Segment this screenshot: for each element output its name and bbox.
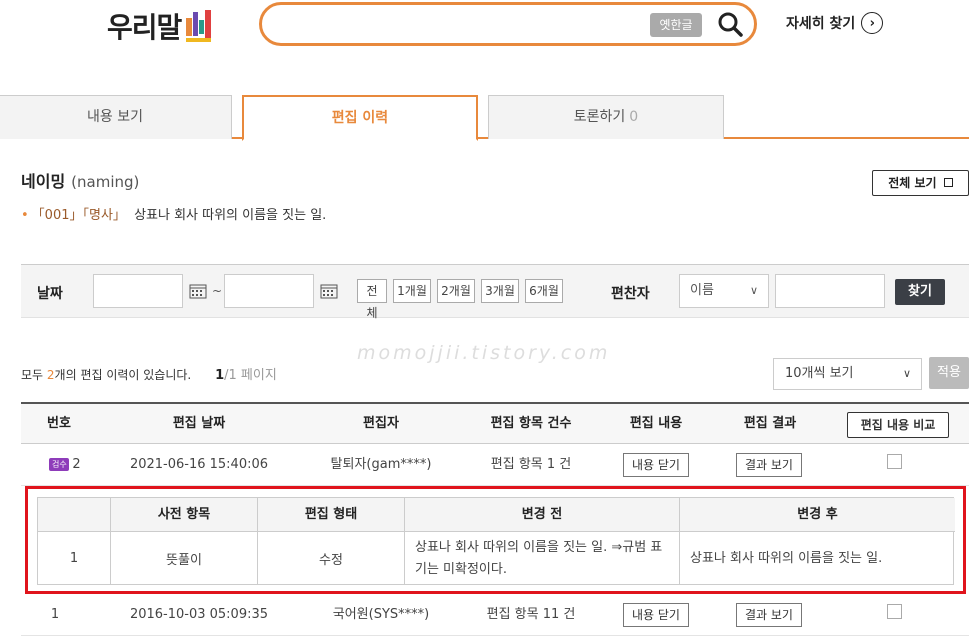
detail-number: 1 bbox=[38, 532, 111, 585]
tab-label: 편집 이력 bbox=[331, 110, 389, 126]
chevron-right-icon: › bbox=[861, 12, 884, 34]
period-all-button[interactable]: 전체 bbox=[357, 279, 387, 320]
row-item-count: 편집 항목 11 건 bbox=[486, 607, 576, 622]
calendar-icon[interactable] bbox=[189, 283, 207, 299]
chevron-down-icon: ∨ bbox=[749, 284, 758, 297]
edit-detail-highlight: 사전 항목 편집 형태 변경 전 변경 후 1 뜻풀이 수정 상표나 회사 따위… bbox=[25, 486, 966, 594]
bullet-icon: • bbox=[21, 208, 29, 223]
calendar-icon[interactable] bbox=[320, 283, 338, 299]
row-editor: 탈퇴자(gam****) bbox=[330, 457, 432, 472]
page-total: /1 페이지 bbox=[224, 368, 277, 383]
tab-count: 0 bbox=[629, 109, 639, 125]
per-page-select[interactable]: 10개씩 보기 ∨ bbox=[773, 358, 922, 390]
view-result-button[interactable]: 결과 보기 bbox=[736, 603, 802, 627]
watermark: momojjii.tistory.com bbox=[357, 342, 611, 364]
definition-text: 상표나 회사 따위의 이름을 짓는 일. bbox=[134, 208, 327, 223]
detail-col-before: 변경 전 bbox=[405, 498, 680, 532]
tab-bar: 내용 보기 편집 이력 토론하기 0 bbox=[0, 95, 969, 141]
sense-number: 「001」 bbox=[31, 208, 83, 223]
summary-suffix: 개의 편집 이력이 있습니다. bbox=[54, 368, 192, 382]
period-2m-button[interactable]: 2개월 bbox=[437, 279, 475, 303]
page-title: 네이밍 (naming) bbox=[21, 168, 139, 192]
detail-field: 뜻풀이 bbox=[111, 532, 258, 585]
col-date: 편집 날짜 bbox=[172, 416, 226, 431]
view-result-button[interactable]: 결과 보기 bbox=[736, 453, 802, 477]
detail-col-number bbox=[38, 498, 111, 532]
row-number: 2 bbox=[72, 457, 81, 472]
word: 네이밍 bbox=[21, 172, 66, 191]
chevron-down-icon: ∨ bbox=[902, 367, 911, 380]
col-result: 편집 결과 bbox=[743, 416, 797, 431]
detail-type: 수정 bbox=[258, 532, 405, 585]
filter-bar: 날짜 ~ 전체 1개월 2개월 3개월 6개월 편찬자 이름 ∨ 찾기 bbox=[21, 264, 969, 320]
part-of-speech: 「명사」 bbox=[82, 208, 126, 223]
word-romaji: (naming) bbox=[71, 173, 140, 191]
review-badge: 검수 bbox=[49, 458, 70, 471]
view-all-button[interactable]: 전체 보기 bbox=[872, 170, 969, 196]
apply-button[interactable]: 적용 bbox=[929, 357, 969, 389]
detail-col-field: 사전 항목 bbox=[111, 498, 258, 532]
row-number-cell: 검수 2 bbox=[35, 444, 95, 486]
period-6m-button[interactable]: 6개월 bbox=[525, 279, 563, 303]
result-summary: 모두 2개의 편집 이력이 있습니다. 1/1 페이지 bbox=[21, 364, 277, 383]
tab-label: 내용 보기 bbox=[87, 109, 143, 125]
col-number: 번호 bbox=[47, 416, 71, 431]
page-indicator: 1/1 페이지 bbox=[215, 368, 277, 383]
editor-label: 편찬자 bbox=[611, 286, 650, 302]
summary-count: 2 bbox=[46, 368, 55, 382]
row-date: 2016-10-03 05:09:35 bbox=[129, 607, 269, 622]
summary-prefix: 모두 bbox=[21, 368, 47, 382]
editor-type-value: 이름 bbox=[690, 283, 714, 298]
col-editor: 편집자 bbox=[363, 416, 399, 431]
edit-detail-table: 사전 항목 편집 형태 변경 전 변경 후 1 뜻풀이 수정 상표나 회사 따위… bbox=[37, 497, 955, 585]
row-checkbox[interactable] bbox=[887, 454, 902, 469]
tab-edit-history[interactable]: 편집 이력 bbox=[242, 95, 478, 141]
close-content-button[interactable]: 내용 닫기 bbox=[623, 453, 689, 477]
editor-type-select[interactable]: 이름 ∨ bbox=[679, 274, 769, 308]
row-editor: 국어원(SYS****) bbox=[332, 607, 430, 622]
site-logo[interactable]: 우리말 bbox=[107, 6, 215, 46]
tab-content-view[interactable]: 내용 보기 bbox=[0, 95, 232, 139]
date-separator: ~ bbox=[212, 284, 223, 298]
external-window-icon bbox=[943, 178, 953, 187]
detail-search-link[interactable]: 자세히 찾기 › bbox=[786, 12, 884, 34]
page-current: 1 bbox=[215, 368, 225, 383]
detail-before: 상표나 회사 따위의 이름을 짓는 일. ⇒규범 표기는 미확정이다. bbox=[405, 532, 680, 585]
table-row: 1 2016-10-03 05:09:35 국어원(SYS****) 편집 항목… bbox=[21, 594, 969, 636]
history-table-header: 번호 편집 날짜 편집자 편집 항목 건수 편집 내용 편집 결과 편집 내용 … bbox=[21, 402, 969, 444]
search-icon bbox=[718, 12, 743, 37]
start-date-input[interactable] bbox=[93, 274, 183, 308]
close-content-button[interactable]: 내용 닫기 bbox=[623, 603, 689, 627]
detail-search-label: 자세히 찾기 bbox=[786, 16, 856, 32]
row-item-count: 편집 항목 1 건 bbox=[490, 457, 572, 472]
period-1m-button[interactable]: 1개월 bbox=[393, 279, 431, 303]
per-page-value: 10개씩 보기 bbox=[785, 366, 854, 381]
detail-col-type: 편집 형태 bbox=[258, 498, 405, 532]
row-checkbox[interactable] bbox=[887, 604, 902, 619]
col-content: 편집 내용 bbox=[629, 416, 683, 431]
tab-label: 토론하기 bbox=[573, 109, 626, 125]
table-row: 검수 2 2021-06-16 15:40:06 탈퇴자(gam****) 편집 … bbox=[21, 444, 969, 486]
period-3m-button[interactable]: 3개월 bbox=[481, 279, 519, 303]
row-date: 2021-06-16 15:40:06 bbox=[129, 457, 269, 472]
end-date-input[interactable] bbox=[224, 274, 314, 308]
detail-col-after: 변경 후 bbox=[680, 498, 955, 532]
detail-after: 상표나 회사 따위의 이름을 짓는 일. bbox=[690, 550, 883, 566]
editor-name-input[interactable] bbox=[775, 274, 885, 308]
logo-mark-icon bbox=[183, 8, 215, 46]
search-box: 옛한글 bbox=[259, 2, 757, 46]
search-input[interactable] bbox=[280, 13, 640, 35]
logo-text: 우리말 bbox=[107, 11, 182, 44]
definition: • 「001」「명사」 상표나 회사 따위의 이름을 짓는 일. bbox=[21, 204, 326, 223]
old-hangul-button[interactable]: 옛한글 bbox=[650, 13, 702, 37]
col-item-count: 편집 항목 건수 bbox=[490, 416, 572, 431]
row-number: 1 bbox=[50, 607, 60, 622]
view-all-label: 전체 보기 bbox=[888, 176, 937, 190]
tab-discussion[interactable]: 토론하기 0 bbox=[488, 95, 724, 139]
compare-button[interactable]: 편집 내용 비교 bbox=[847, 412, 949, 438]
find-button[interactable]: 찾기 bbox=[895, 279, 945, 305]
date-label: 날짜 bbox=[37, 286, 63, 302]
search-button[interactable] bbox=[716, 10, 746, 40]
